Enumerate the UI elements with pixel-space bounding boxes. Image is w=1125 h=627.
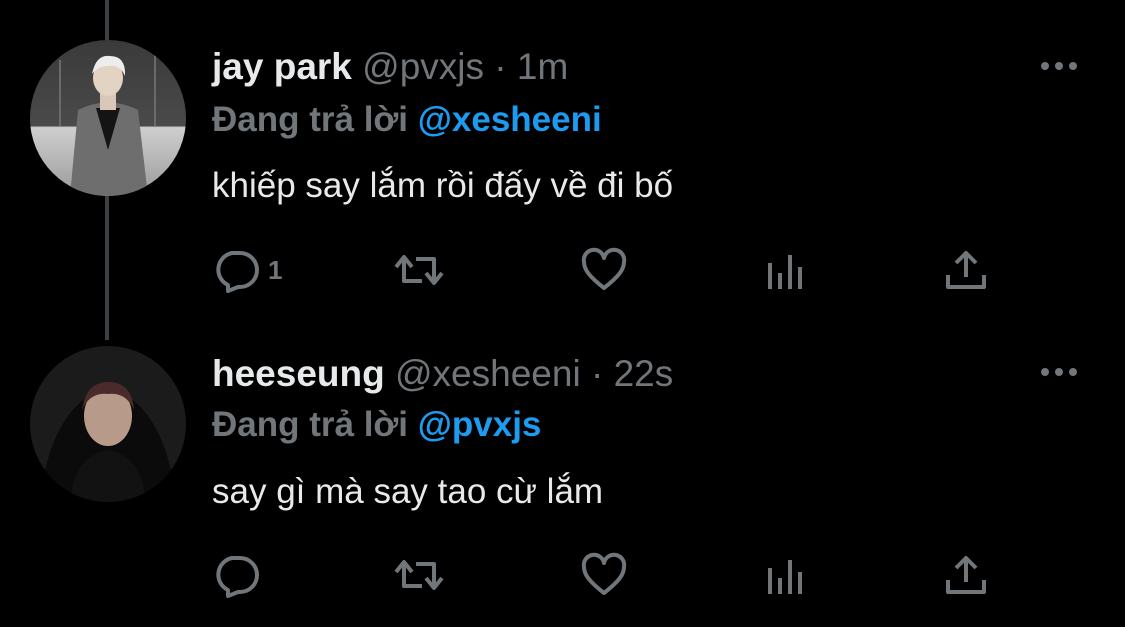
tweet-2[interactable]: heeseung @xesheeni · 22s Đang trả lời @p… (0, 330, 1125, 627)
share-icon (946, 251, 986, 289)
user-handle[interactable]: @pvxjs (362, 46, 484, 87)
reply-count: 1 (268, 254, 283, 285)
timestamp[interactable]: 1m (517, 46, 568, 87)
avatar[interactable] (30, 40, 186, 196)
reply-icon (216, 556, 259, 598)
replying-to-line: Đang trả lời @pvxjs (212, 404, 541, 446)
more-icon[interactable] (1039, 362, 1079, 382)
tweet-text: say gì mà say tao cừ lắm (212, 472, 604, 511)
reply-icon (216, 251, 259, 293)
replying-to-mention[interactable]: @xesheeni (418, 100, 602, 139)
tweet-actions: 1 (212, 245, 1012, 295)
user-handle[interactable]: @xesheeni (395, 353, 581, 394)
retweet-icon (394, 255, 444, 285)
tweet-text: khiếp say lắm rồi đấy về đi bố (212, 166, 674, 205)
retweet-icon (394, 560, 444, 590)
analytics-icon (768, 560, 802, 594)
tweet-header: jay park @pvxjs · 1m (212, 45, 568, 89)
share-icon (946, 556, 986, 594)
replying-to-label: Đang trả lời (212, 100, 409, 139)
analytics-button[interactable] (764, 245, 808, 295)
like-icon (581, 247, 627, 290)
more-icon[interactable] (1039, 56, 1079, 76)
replying-to-label: Đang trả lời (212, 405, 409, 444)
analytics-icon (768, 255, 802, 289)
display-name[interactable]: heeseung (212, 353, 385, 394)
retweet-button[interactable] (390, 245, 448, 295)
avatar[interactable] (30, 346, 186, 502)
tweet-1[interactable]: jay park @pvxjs · 1m Đang trả lời @xeshe… (0, 0, 1125, 330)
like-button[interactable] (580, 550, 628, 600)
separator-dot: · (494, 46, 507, 87)
share-button[interactable] (942, 245, 990, 295)
like-button[interactable] (580, 245, 628, 295)
replying-to-mention[interactable]: @pvxjs (418, 405, 542, 444)
tweet-actions (212, 550, 1012, 600)
retweet-button[interactable] (390, 550, 448, 600)
analytics-button[interactable] (764, 550, 808, 600)
share-button[interactable] (942, 550, 990, 600)
display-name[interactable]: jay park (212, 46, 352, 87)
timestamp[interactable]: 22s (614, 353, 674, 394)
separator-dot: · (590, 353, 604, 394)
replying-to-line: Đang trả lời @xesheeni (212, 99, 602, 141)
like-icon (581, 552, 627, 595)
tweet-header: heeseung @xesheeni · 22s (212, 352, 673, 396)
reply-button[interactable] (212, 550, 268, 600)
reply-button[interactable]: 1 (212, 245, 282, 295)
